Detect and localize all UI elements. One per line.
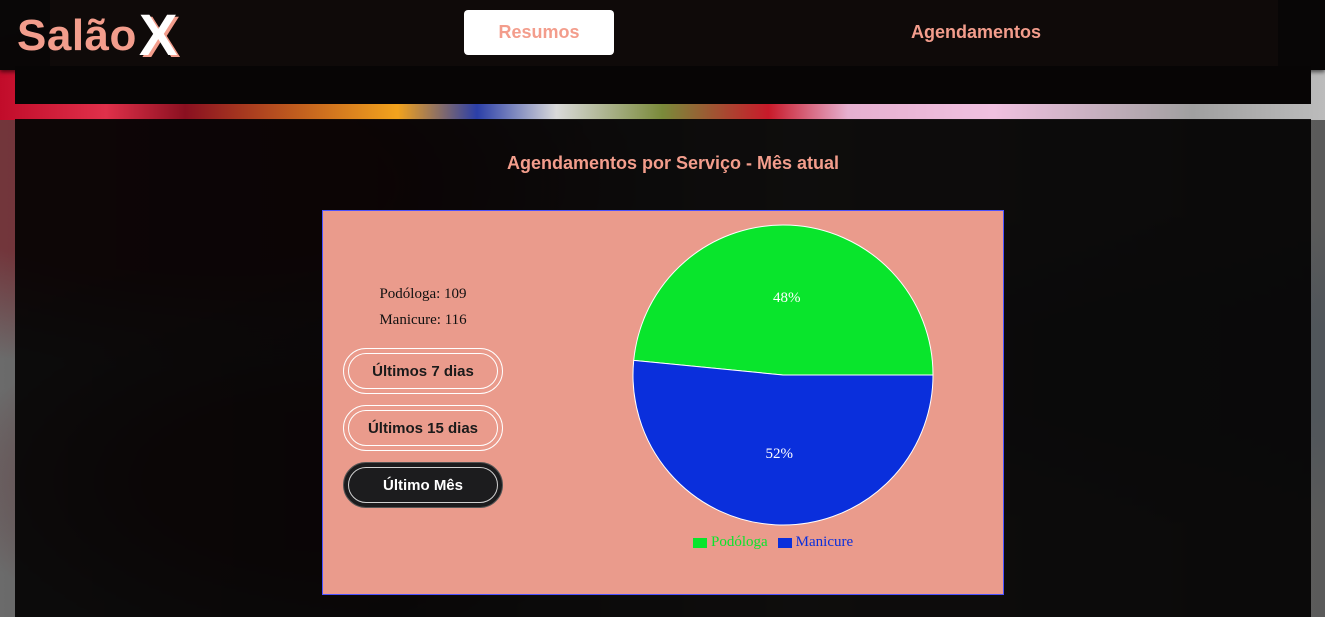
- pie-chart: 48% 52%: [632, 224, 934, 526]
- filter-7-days-button[interactable]: Últimos 7 dias: [343, 348, 503, 394]
- tab-resumos[interactable]: Resumos: [464, 10, 614, 55]
- legend-label-manicure: Manicure: [795, 534, 854, 550]
- brand-logo[interactable]: Salão X: [17, 3, 178, 68]
- legend-swatch-podologa: [693, 537, 707, 548]
- legend-item-podologa[interactable]: Podóloga: [693, 534, 768, 551]
- pie-slice-manicure[interactable]: [632, 359, 934, 526]
- legend-label-podologa: Podóloga: [711, 534, 768, 550]
- card-title: Agendamentos por Serviço - Mês atual: [506, 153, 840, 173]
- filter-15-days-button[interactable]: Últimos 15 dias: [343, 405, 503, 451]
- stat-podologa: Podóloga: 109: [379, 286, 467, 302]
- filter-7-days-label: Últimos 7 dias: [372, 362, 474, 380]
- brand-name: Salão: [17, 11, 137, 60]
- filter-last-month-button[interactable]: Último Mês: [343, 462, 503, 508]
- brand-mark: X: [138, 3, 178, 68]
- tab-agendamentos[interactable]: Agendamentos: [896, 10, 1056, 55]
- pie-label-podologa: 48%: [773, 290, 801, 306]
- stat-manicure: Manicure: 116: [379, 312, 467, 328]
- legend-item-manicure[interactable]: Manicure: [777, 534, 854, 551]
- navbar-inner: [50, 0, 1278, 66]
- stats-list: Podóloga: 109 Manicure: 116: [353, 284, 493, 336]
- pie-label-manicure: 52%: [765, 446, 793, 462]
- filter-last-month-label: Último Mês: [382, 476, 463, 494]
- summary-card: Agendamentos por Serviço - Mês atual Pod…: [15, 119, 1311, 617]
- navbar: Salão X Resumos Agendamentos: [0, 0, 1325, 70]
- chart-legend: Podóloga Manicure: [693, 534, 853, 551]
- chart-box: Podóloga: 109 Manicure: 116 Últimos 7 di…: [322, 210, 1004, 595]
- filter-15-days-label: Últimos 15 dias: [367, 419, 479, 437]
- legend-swatch-manicure: [777, 537, 792, 548]
- top-panel: [15, 66, 1311, 104]
